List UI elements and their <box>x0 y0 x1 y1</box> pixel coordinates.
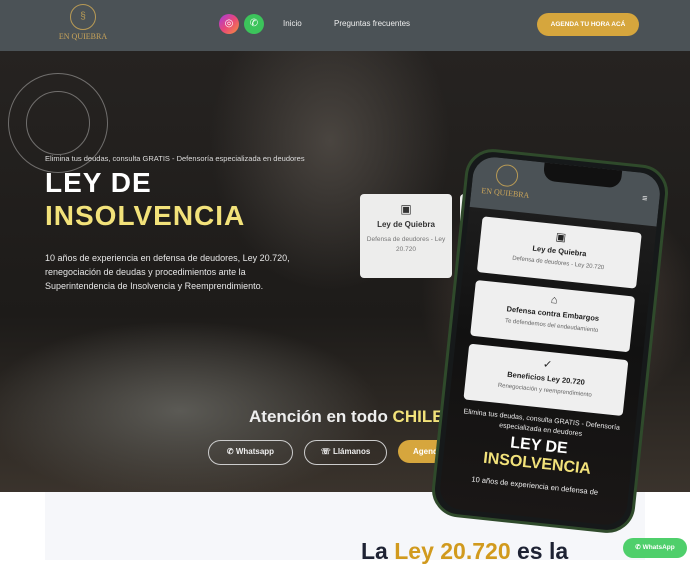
phone-card[interactable]: ▣ Ley de Quiebra Defensa de deudores - Ley… <box>476 216 642 289</box>
whatsapp-icon: ✆ <box>635 544 643 551</box>
phone-card[interactable]: ⌂ Defensa contra Embargos Te defendemos de… <box>470 279 636 353</box>
card-desc: Defensa de deudores - Ley 20.720 <box>366 236 446 253</box>
phone-notch <box>542 162 623 189</box>
card-ley-de-quiebra[interactable]: ▣ Ley de Quiebra Defensa de deudores - L… <box>360 194 452 278</box>
phone-logo: EN QUIEBRA <box>481 162 532 200</box>
floating-whatsapp-button[interactable]: ✆ WhatsApp <box>623 538 687 558</box>
call-button[interactable]: ☏ Llámanos <box>304 440 387 465</box>
logo-emblem-icon <box>495 163 520 188</box>
logo-emblem-icon: § <box>70 4 96 30</box>
agenda-hora-button[interactable]: AGENDA TU HORA ACÁ <box>537 13 639 36</box>
nav-inicio[interactable]: Inicio <box>283 19 302 28</box>
whatsapp-icon: ✆ <box>226 447 236 456</box>
phone-logo-text: EN QUIEBRA <box>480 186 530 201</box>
attention-text: Atención en todo <box>249 407 393 426</box>
decorative-circle <box>26 91 90 155</box>
book-icon: ▣ <box>400 202 412 216</box>
heading-post: es la <box>510 538 569 564</box>
hamburger-menu-icon[interactable]: ≡ <box>642 193 648 203</box>
hero-subtitle: Elimina tus deudas, consulta GRATIS - De… <box>45 154 305 163</box>
hero-title-line2: INSOLVENCIA <box>45 200 246 231</box>
hero-title-line1: LEY DE <box>45 167 152 198</box>
logo-text: EN QUIEBRA <box>58 32 108 41</box>
call-label: Llámanos <box>332 447 371 456</box>
site-header: § EN QUIEBRA ◎ ✆ Inicio Preguntas frecuen… <box>0 0 690 51</box>
attention-heading: Atención en todo CHILE <box>249 407 444 427</box>
phone-card[interactable]: ✓ Beneficios Ley 20.720 Renegociación y re… <box>463 343 629 416</box>
logo[interactable]: § EN QUIEBRA <box>58 4 108 48</box>
phone-header: EN QUIEBRA ≡ <box>469 155 662 227</box>
phone-mockup: EN QUIEBRA ≡ ▣ Ley de Quiebra Defensa de d… <box>429 146 671 536</box>
whatsapp-button[interactable]: ✆ Whatsapp <box>208 440 293 465</box>
whatsapp-label: Whatsapp <box>235 447 275 456</box>
section-heading: La Ley 20.720 es la <box>361 538 568 565</box>
nav-preguntas-frecuentes[interactable]: Preguntas frecuentes <box>334 19 410 28</box>
heading-highlight: Ley 20.720 <box>394 538 511 564</box>
hero-description: 10 años de experiencia en defensa de deu… <box>45 253 290 291</box>
attention-highlight: CHILE <box>392 407 444 426</box>
floating-whatsapp-label: WhatsApp <box>642 544 675 551</box>
whatsapp-icon[interactable]: ✆ <box>244 14 264 34</box>
instagram-icon[interactable]: ◎ <box>219 14 239 34</box>
phone-screen: EN QUIEBRA ≡ ▣ Ley de Quiebra Defensa de d… <box>438 155 662 527</box>
heading-pre: La <box>361 538 395 564</box>
phone-icon: ☏ <box>320 447 333 456</box>
card-title: Ley de Quiebra <box>377 220 435 229</box>
